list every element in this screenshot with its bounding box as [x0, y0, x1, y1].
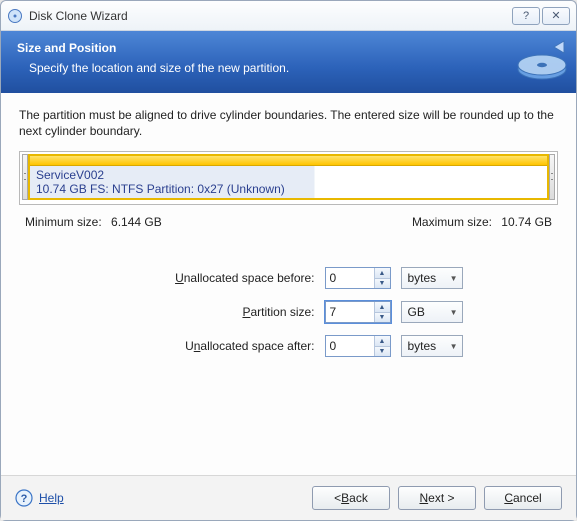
row-unalloc-before: Unallocated space before: ▲ ▼ bytes ▼: [115, 267, 463, 289]
spin-down-icon[interactable]: ▼: [375, 347, 390, 357]
spin-up-icon[interactable]: ▲: [375, 268, 390, 279]
close-window-button[interactable]: ✕: [542, 7, 570, 25]
next-button[interactable]: Next >: [398, 486, 476, 510]
unit-select-after[interactable]: bytes ▼: [401, 335, 463, 357]
partition-bar-container: ServiceV002 10.74 GB FS: NTFS Partition:…: [19, 151, 558, 205]
wizard-header: Size and Position Specify the location a…: [1, 31, 576, 93]
size-limits: Minimum size: 6.144 GB Maximum size: 10.…: [19, 215, 558, 229]
input-unalloc-before-field[interactable]: [326, 268, 374, 288]
help-link[interactable]: ? Help: [15, 489, 64, 507]
chevron-down-icon: ▼: [450, 274, 458, 283]
header-subtitle: Specify the location and size of the new…: [29, 61, 560, 75]
input-partition-size[interactable]: ▲ ▼: [325, 301, 391, 323]
unit-before-value: bytes: [408, 271, 437, 285]
help-label: Help: [39, 491, 64, 505]
label-partition-size: Partition size:: [115, 305, 315, 319]
min-size-value: 6.144 GB: [111, 215, 162, 229]
partition-name: ServiceV002: [36, 168, 541, 182]
wizard-body: The partition must be aligned to drive c…: [1, 93, 576, 475]
min-size-label: Minimum size:: [25, 215, 102, 229]
titlebar: Disk Clone Wizard ? ✕: [1, 1, 576, 31]
unit-select-before[interactable]: bytes ▼: [401, 267, 463, 289]
input-unalloc-after[interactable]: ▲ ▼: [325, 335, 391, 357]
cancel-button[interactable]: Cancel: [484, 486, 562, 510]
chevron-down-icon: ▼: [450, 308, 458, 317]
partition-form: Unallocated space before: ▲ ▼ bytes ▼ Pa…: [19, 267, 558, 357]
window-buttons: ? ✕: [510, 7, 570, 25]
resize-handle-right[interactable]: [549, 154, 555, 200]
app-icon: [7, 8, 23, 24]
unit-select-size[interactable]: GB ▼: [401, 301, 463, 323]
wizard-footer: ? Help < Back Next > Cancel: [1, 475, 576, 520]
resize-handle-left[interactable]: [22, 154, 28, 200]
window-title: Disk Clone Wizard: [29, 9, 510, 23]
spin-up-icon[interactable]: ▲: [375, 302, 390, 313]
unit-after-value: bytes: [408, 339, 437, 353]
max-size-value: 10.74 GB: [501, 215, 552, 229]
partition-bar-content: ServiceV002 10.74 GB FS: NTFS Partition:…: [30, 166, 547, 198]
back-button[interactable]: < Back: [312, 486, 390, 510]
label-unalloc-after: Unallocated space after:: [115, 339, 315, 353]
label-unalloc-before: Unallocated space before:: [115, 271, 315, 285]
svg-text:?: ?: [21, 493, 28, 505]
disk-graphic-icon: [514, 37, 570, 85]
header-title: Size and Position: [17, 41, 560, 55]
wizard-window: Disk Clone Wizard ? ✕ Size and Position …: [0, 0, 577, 521]
spin-down-icon[interactable]: ▼: [375, 279, 390, 289]
input-unalloc-before[interactable]: ▲ ▼: [325, 267, 391, 289]
spin-up-icon[interactable]: ▲: [375, 336, 390, 347]
partition-details: 10.74 GB FS: NTFS Partition: 0x27 (Unkno…: [36, 182, 541, 196]
chevron-down-icon: ▼: [450, 342, 458, 351]
row-partition-size: Partition size: ▲ ▼ GB ▼: [115, 301, 463, 323]
max-size-label: Maximum size:: [412, 215, 492, 229]
input-unalloc-after-field[interactable]: [326, 336, 374, 356]
spin-down-icon[interactable]: ▼: [375, 313, 390, 323]
partition-bar[interactable]: ServiceV002 10.74 GB FS: NTFS Partition:…: [28, 154, 549, 200]
help-window-button[interactable]: ?: [512, 7, 540, 25]
instruction-text: The partition must be aligned to drive c…: [19, 107, 558, 139]
unit-size-value: GB: [408, 305, 425, 319]
row-unalloc-after: Unallocated space after: ▲ ▼ bytes ▼: [115, 335, 463, 357]
input-partition-size-field[interactable]: [326, 302, 374, 322]
partition-bar-header: [30, 156, 547, 166]
help-icon: ?: [15, 489, 33, 507]
